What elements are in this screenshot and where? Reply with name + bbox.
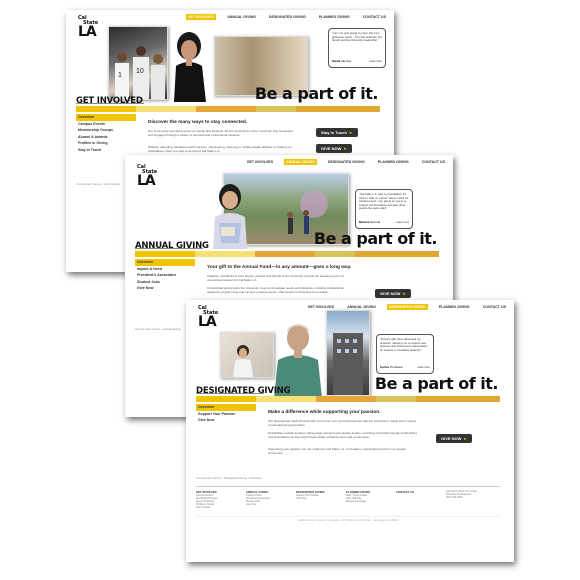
campus-building-photo	[326, 310, 370, 396]
nav-designated-giving[interactable]: DESIGNATED GIVING	[326, 159, 367, 165]
divider	[196, 393, 264, 394]
give-now-button[interactable]: GIVE NOW ►	[375, 289, 412, 298]
arrow-icon: ►	[348, 130, 353, 135]
footer-fine-print: California State University, Los Angeles…	[196, 516, 500, 522]
woman-portrait	[164, 20, 214, 102]
nav-annual-giving[interactable]: ANNUAL GIVING	[225, 14, 258, 20]
read-more-link[interactable]: read more	[369, 60, 382, 64]
players-illustration: 1 10	[115, 46, 165, 99]
body-paragraph: Whether attending celebrated performance…	[148, 145, 292, 153]
color-band	[135, 251, 439, 257]
cal-state-la-logo[interactable]: Cal State LA	[198, 306, 220, 330]
body-paragraph: Our development staff will work with you…	[268, 419, 417, 427]
nav-planned-giving[interactable]: PLANNED GIVING	[376, 159, 411, 165]
top-nav: GET INVOLVED ANNUAL GIVING DESIGNATED GI…	[245, 159, 447, 165]
body-paragraph: Our community extends beyond our faculty…	[148, 129, 293, 137]
lab-photo	[220, 332, 274, 378]
nav-planned-giving[interactable]: PLANNED GIVING	[437, 304, 472, 310]
read-more-link[interactable]: read more	[396, 221, 409, 225]
nav-contact-us[interactable]: CONTACT US	[481, 304, 508, 310]
section-title: ANNUAL GIVING	[135, 241, 209, 251]
page-headline: Discover the many ways to stay connected…	[148, 120, 248, 125]
color-band	[76, 106, 380, 112]
nav-designated-giving[interactable]: DESIGNATED GIVING	[267, 14, 308, 20]
nav-get-involved[interactable]: GET INVOLVED	[245, 159, 276, 165]
nav-designated-giving[interactable]: DESIGNATED GIVING	[386, 304, 428, 310]
arrow-icon: ►	[343, 146, 348, 151]
arrow-icon: ►	[463, 436, 468, 441]
site-footer: GET INVOLVED Campus Events Membership Gr…	[196, 486, 500, 509]
page-headline: Your gift to the Annual Fund—in any amou…	[207, 265, 352, 270]
tagline: Be a part of it.	[254, 84, 379, 103]
footer-column: CONTACT US	[396, 490, 415, 494]
footer-column: GET INVOLVED Campus Events Membership Gr…	[196, 490, 218, 509]
body-paragraph: Supporting your passion not only enhance…	[268, 447, 407, 455]
building-illustration	[333, 333, 363, 395]
nav-contact-us[interactable]: CONTACT US	[361, 14, 388, 20]
color-band	[196, 396, 500, 402]
testimonial-bubble: "I am not only giving my time, but I am …	[328, 28, 386, 68]
side-nav: Overview Campus Events Membership Groups…	[76, 114, 136, 153]
breadcrumb: You are here: Home > Designated Giving >…	[196, 476, 262, 480]
page-headline: Make a difference while supporting your …	[268, 410, 381, 415]
body-paragraph: Possibilities include funding cutting-ed…	[268, 431, 417, 439]
side-nav-give-now[interactable]: Give Now	[196, 417, 256, 424]
arrow-icon: ►	[402, 291, 407, 296]
top-nav: GET INVOLVED ANNUAL GIVING DESIGNATED GI…	[185, 14, 388, 20]
cal-state-la-logo[interactable]: Cal State LA	[137, 165, 159, 189]
side-nav: Overview Support Your Passion Give Now	[196, 404, 256, 424]
section-title: DESIGNATED GIVING	[196, 386, 291, 396]
svg-text:1: 1	[118, 72, 122, 79]
testimonial-bubble: "Cal State L.A. was my foundation. It's …	[355, 189, 413, 229]
footer-column: PLANNED GIVING Wills, Trusts & More Gift…	[346, 490, 371, 503]
divider	[76, 103, 144, 104]
tagline: Be a part of it.	[374, 374, 499, 393]
footer-contact: Questions? We'd love to help. University…	[446, 490, 478, 499]
side-nav-stay-in-touch[interactable]: Stay in Touch	[76, 147, 136, 154]
breadcrumb: You are here: Home > Annual Giving	[135, 327, 181, 331]
footer-column: ANNUAL GIVING Impact & Need President's …	[246, 490, 270, 506]
body-paragraph: Unrestricted giving helps the University…	[207, 286, 345, 294]
svg-text:10: 10	[136, 68, 144, 75]
page-designated-giving: Cal State LA GET INVOLVED ANNUAL GIVING …	[186, 300, 514, 562]
basketball-team-photo: 1 10	[108, 26, 168, 100]
researcher-illustration	[233, 345, 253, 377]
section-title: GET INVOLVED	[76, 96, 143, 106]
cal-state-la-logo[interactable]: Cal State LA	[78, 16, 100, 40]
read-more-link[interactable]: read more	[417, 366, 430, 370]
tagline: Be a part of it.	[313, 229, 438, 248]
side-nav: Overview Impact & Need President's Assoc…	[135, 259, 195, 292]
divider	[135, 248, 203, 249]
nav-annual-giving[interactable]: ANNUAL GIVING	[284, 159, 317, 165]
give-now-button[interactable]: GIVE NOW ►	[316, 144, 353, 153]
breadcrumb: You are here: Home > Get Involved	[76, 182, 120, 186]
woman-portrait	[205, 173, 255, 249]
testimonial-bubble: "Donors' gifts have advanced my research…	[376, 334, 434, 374]
body-paragraph: Together, contributions from alumni, par…	[207, 274, 344, 282]
nav-contact-us[interactable]: CONTACT US	[420, 159, 447, 165]
stay-in-touch-button[interactable]: Stay in Touch ►	[316, 128, 358, 137]
give-now-button[interactable]: GIVE NOW ►	[436, 434, 473, 443]
side-nav-give-now[interactable]: Give Now	[135, 285, 195, 292]
footer-column: DESIGNATED GIVING Support Your Passion G…	[296, 490, 325, 500]
nav-planned-giving[interactable]: PLANNED GIVING	[317, 14, 352, 20]
